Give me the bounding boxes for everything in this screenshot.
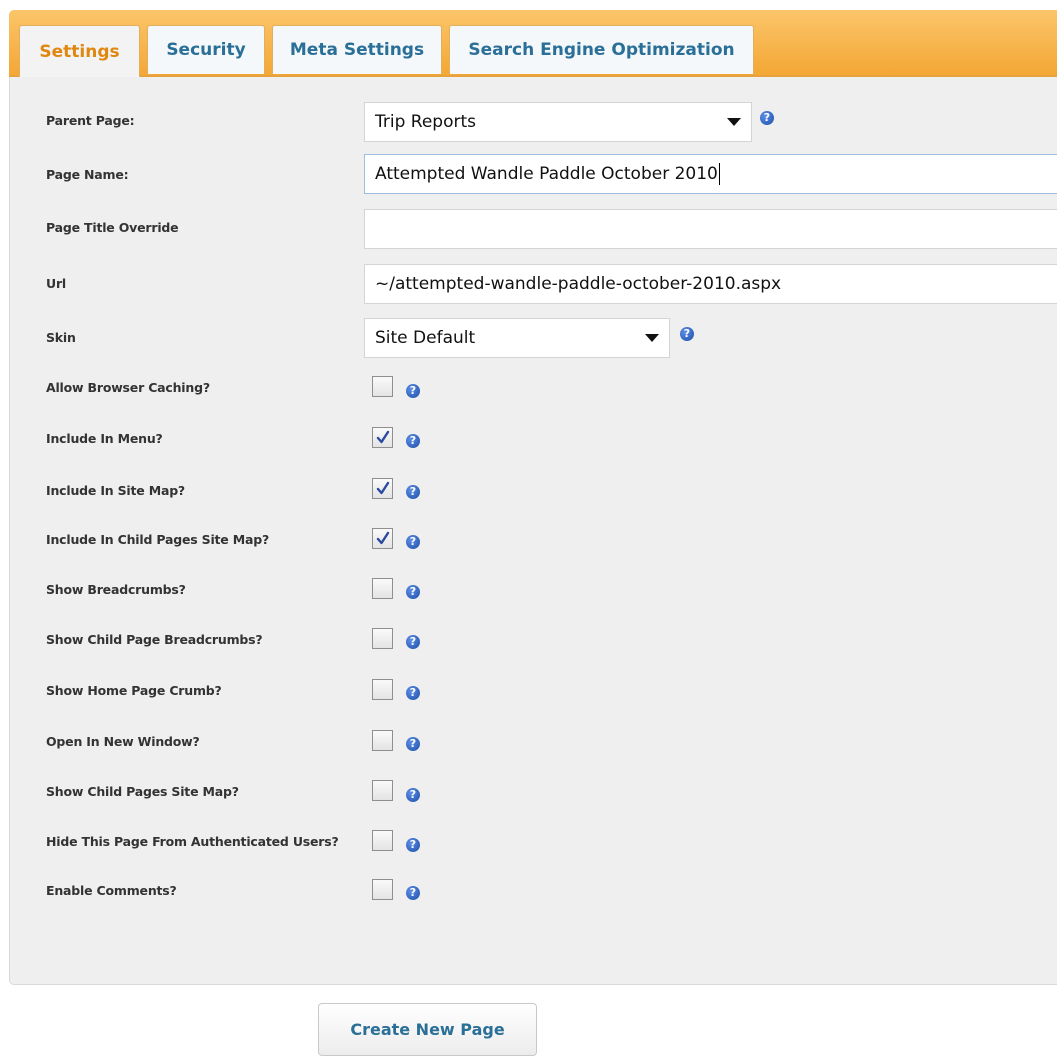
help-icon[interactable]: ?	[406, 485, 420, 499]
option-label: Open In New Window?	[46, 734, 200, 749]
show-child-page-breadcrumbs-checkbox[interactable]	[372, 628, 393, 649]
skin-select[interactable]: Site Default	[364, 318, 670, 358]
url-value: ~/attempted-wandle-paddle-october-2010.a…	[375, 274, 782, 294]
checkmark-icon	[376, 481, 389, 494]
hide-from-authenticated-users-checkbox[interactable]	[372, 830, 393, 851]
enable-comments-checkbox[interactable]	[372, 879, 393, 900]
text-cursor	[718, 163, 720, 185]
help-icon[interactable]: ?	[406, 635, 420, 649]
page-name-input[interactable]: Attempted Wandle Paddle October 2010	[364, 154, 1057, 194]
show-child-pages-site-map-checkbox[interactable]	[372, 780, 393, 801]
page-title-override-input[interactable]	[364, 209, 1057, 249]
help-icon[interactable]: ?	[406, 737, 420, 751]
help-icon[interactable]: ?	[406, 434, 420, 448]
skin-label: Skin	[46, 330, 76, 345]
tab-settings[interactable]: Settings	[19, 25, 140, 77]
url-label: Url	[46, 276, 66, 291]
chevron-down-icon	[645, 334, 659, 342]
tab-search-engine-optimization[interactable]: Search Engine Optimization	[449, 25, 754, 74]
help-icon[interactable]: ?	[406, 585, 420, 599]
skin-value: Site Default	[375, 328, 476, 348]
create-new-page-button[interactable]: Create New Page	[318, 1003, 537, 1056]
tab-meta-settings[interactable]: Meta Settings	[272, 25, 442, 74]
tab-security[interactable]: Security	[147, 25, 265, 74]
help-icon[interactable]: ?	[406, 886, 420, 900]
page-title-override-label: Page Title Override	[46, 220, 179, 235]
parent-page-label: Parent Page:	[46, 113, 135, 128]
include-in-child-pages-site-map-checkbox[interactable]	[372, 528, 393, 549]
help-icon[interactable]: ?	[406, 788, 420, 802]
option-label: Include In Site Map?	[46, 483, 185, 498]
allow-browser-caching-checkbox[interactable]	[372, 376, 393, 397]
option-label: Allow Browser Caching?	[46, 380, 210, 395]
include-in-site-map-checkbox[interactable]	[372, 478, 393, 499]
show-home-page-crumb-checkbox[interactable]	[372, 679, 393, 700]
include-in-menu-checkbox[interactable]	[372, 427, 393, 448]
help-icon[interactable]: ?	[406, 838, 420, 852]
option-label: Enable Comments?	[46, 883, 177, 898]
open-in-new-window-checkbox[interactable]	[372, 730, 393, 751]
help-icon[interactable]: ?	[760, 111, 774, 125]
show-breadcrumbs-checkbox[interactable]	[372, 578, 393, 599]
page-name-value: Attempted Wandle Paddle October 2010	[375, 164, 718, 184]
option-label: Show Home Page Crumb?	[46, 683, 222, 698]
help-icon[interactable]: ?	[406, 535, 420, 549]
parent-page-select[interactable]: Trip Reports	[364, 102, 752, 142]
page-name-label: Page Name:	[46, 167, 129, 182]
help-icon[interactable]: ?	[680, 327, 694, 341]
option-label: Include In Menu?	[46, 431, 163, 446]
checkmark-icon	[376, 430, 389, 443]
checkmark-icon	[376, 531, 389, 544]
option-label: Show Child Pages Site Map?	[46, 784, 239, 799]
option-label: Hide This Page From Authenticated Users?	[46, 834, 339, 849]
option-label: Show Child Page Breadcrumbs?	[46, 632, 263, 647]
parent-page-value: Trip Reports	[375, 112, 477, 132]
option-label: Show Breadcrumbs?	[46, 582, 186, 597]
help-icon[interactable]: ?	[406, 384, 420, 398]
url-input[interactable]: ~/attempted-wandle-paddle-october-2010.a…	[364, 264, 1057, 304]
option-label: Include In Child Pages Site Map?	[46, 532, 270, 547]
help-icon[interactable]: ?	[406, 686, 420, 700]
chevron-down-icon	[727, 118, 741, 126]
